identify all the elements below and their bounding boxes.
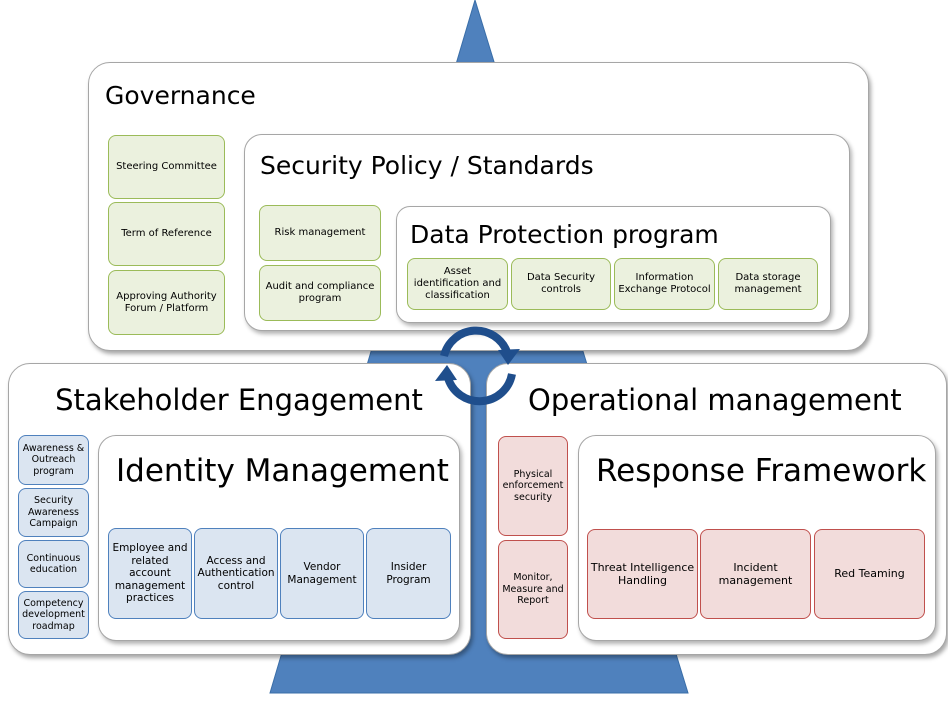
governance-item: Steering Committee: [108, 135, 225, 199]
operational-item: Monitor, Measure and Report: [498, 540, 568, 639]
stakeholder-item: Awareness & Outreach program: [18, 435, 89, 485]
data-protection-title: Data Protection program: [410, 220, 719, 249]
data-protection-item: Data storage management: [718, 258, 818, 310]
response-item: Incident management: [700, 529, 811, 619]
governance-item: Approving Authority Forum / Platform: [108, 270, 225, 335]
security-policy-title: Security Policy / Standards: [260, 151, 594, 180]
stakeholder-item: Security Awareness Campaign: [18, 488, 89, 537]
stakeholder-item: Continuous education: [18, 540, 89, 588]
stakeholder-title: Stakeholder Engagement: [55, 383, 423, 417]
governance-item: Term of Reference: [108, 202, 225, 266]
governance-title: Governance: [105, 81, 256, 110]
identity-title: Identity Management: [116, 453, 449, 489]
operational-title: Operational management: [528, 383, 902, 417]
response-item: Threat Intelligence Handling: [587, 529, 698, 619]
security-policy-item: Audit and compliance program: [259, 265, 381, 321]
stakeholder-item: Competency development roadmap: [18, 591, 89, 639]
data-protection-item: Data Security controls: [511, 258, 611, 310]
operational-item: Physical enforcement security: [498, 436, 568, 536]
response-title: Response Framework: [596, 453, 927, 489]
security-policy-item: Risk management: [259, 205, 381, 261]
identity-item: Insider Program: [366, 528, 451, 619]
identity-item: Employee and related account management …: [108, 528, 192, 619]
identity-item: Access and Authentication control: [194, 528, 278, 619]
identity-item: Vendor Management: [280, 528, 364, 619]
data-protection-item: Information Exchange Protocol: [614, 258, 715, 310]
data-protection-item: Asset identification and classification: [407, 258, 508, 310]
response-item: Red Teaming: [814, 529, 925, 619]
